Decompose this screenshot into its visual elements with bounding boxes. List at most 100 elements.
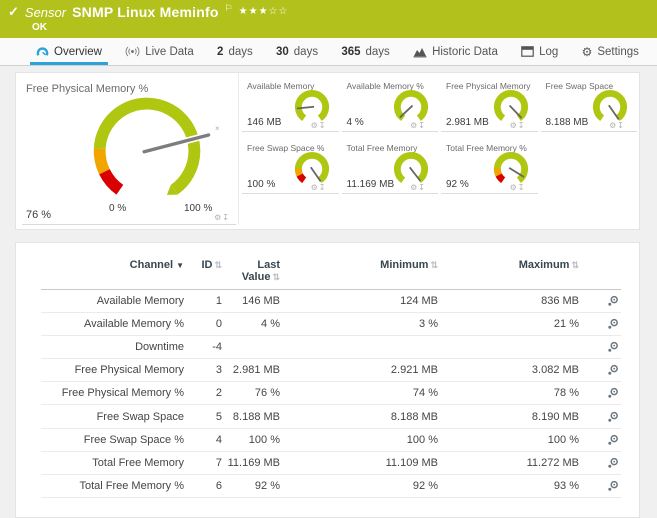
channel-id-cell: 1 (186, 289, 224, 314)
channel-row[interactable]: Free Swap Space % 4 100 % 100 % 100 % (41, 428, 621, 452)
channel-edit-cell[interactable] (581, 404, 621, 429)
channel-settings-gears-icon[interactable] (607, 341, 619, 353)
small-gauge-grid: Available Memory 146 MB ⚙↧ Available Mem… (242, 79, 637, 194)
tab-settings[interactable]: ⚙ Settings (576, 38, 645, 65)
tab-live-data[interactable]: Live Data (119, 38, 200, 65)
tab-2-days[interactable]: 2 days (211, 38, 259, 65)
tab-365-days[interactable]: 365 days (335, 38, 395, 65)
gauge-warn-arc (294, 168, 303, 177)
channel-settings-gears-icon[interactable] (607, 411, 619, 423)
sensor-kind-label: Sensor (24, 4, 67, 20)
channel-last-value-cell: 146 MB (224, 289, 282, 314)
channel-edit-cell[interactable] (581, 358, 621, 383)
gear-icon: ⚙ (509, 183, 518, 192)
gauge-options-icons[interactable]: ⚙↧ (214, 213, 230, 222)
channel-row[interactable]: Available Memory % 0 4 % 3 % 21 % (41, 312, 621, 337)
gauge-value: 4 % (346, 117, 364, 128)
tab-historic-data[interactable]: Historic Data (407, 38, 504, 65)
gauge-value: 146 MB (247, 117, 282, 128)
channel-name-cell: Available Memory % (41, 312, 186, 337)
channel-edit-cell[interactable] (581, 335, 621, 360)
small-gauge-cell[interactable]: Free Swap Space % 100 % ⚙↧ (242, 141, 339, 194)
star-rating[interactable]: ★★★☆☆ (239, 6, 289, 17)
channel-minimum-cell: 92 % (282, 474, 440, 498)
channel-table: Channel ▼ ID ⇅ Last Value ⇅ Minimum ⇅ Maximu… (41, 257, 621, 498)
channel-name-cell: Total Free Memory (41, 451, 186, 475)
main-gauge-cell[interactable]: Free Physical Memory % × 0 % 100 % 76 % … (16, 73, 239, 225)
channel-row[interactable]: Available Memory 1 146 MB 124 MB 836 MB (41, 289, 621, 314)
channel-row[interactable]: Total Free Memory 7 11.169 MB 11.109 MB … (41, 451, 621, 475)
channel-name-cell: Free Physical Memory (41, 358, 186, 383)
channel-name-cell: Available Memory (41, 289, 186, 314)
gear-icon: ⚙ (509, 121, 518, 130)
sort-arrows-icon: ⇅ (214, 260, 222, 270)
channel-edit-cell[interactable] (581, 289, 621, 314)
limit-marker-icon: × (215, 124, 220, 133)
small-gauge-cell[interactable]: Free Swap Space 8.188 MB ⚙↧ (540, 79, 637, 132)
column-header-maximum[interactable]: Maximum ⇅ (440, 257, 581, 290)
small-gauge-cell[interactable]: Free Physical Memory 2.981 MB ⚙↧ (441, 79, 538, 132)
channel-id-cell: -4 (186, 335, 224, 360)
channel-edit-cell[interactable] (581, 381, 621, 406)
channel-row[interactable]: Total Free Memory % 6 92 % 92 % 93 % (41, 474, 621, 498)
gauge-needle (608, 104, 620, 120)
channel-row[interactable]: Free Physical Memory % 2 76 % 74 % 78 % (41, 381, 621, 406)
gauge-options-icons[interactable]: ⚙↧ (311, 183, 327, 192)
gauge-scale-min: 0 % (109, 203, 127, 214)
channel-row[interactable]: Free Swap Space 5 8.188 MB 8.188 MB 8.19… (41, 404, 621, 429)
channel-settings-gears-icon[interactable] (607, 364, 619, 376)
channel-minimum-cell: 74 % (282, 381, 440, 406)
gauge-options-icons[interactable]: ⚙↧ (510, 183, 526, 192)
pin-icon: ↧ (318, 121, 327, 130)
channel-maximum-cell (440, 335, 581, 360)
column-header-channel[interactable]: Channel ▼ (41, 257, 186, 290)
gauge-value: 8.188 MB (545, 117, 589, 128)
channel-settings-gears-icon[interactable] (607, 387, 619, 399)
overview-gauges-panel: Free Physical Memory % × 0 % 100 % 76 % … (15, 72, 640, 230)
gauge-alert-arc (296, 173, 306, 183)
channel-id-cell: 2 (186, 381, 224, 406)
small-gauge-cell[interactable]: Available Memory 146 MB ⚙↧ (242, 79, 339, 132)
channel-settings-gears-icon[interactable] (607, 480, 619, 492)
channel-row[interactable]: Free Physical Memory 3 2.981 MB 2.921 MB… (41, 358, 621, 383)
gauge-options-icons[interactable]: ⚙↧ (410, 183, 426, 192)
channel-settings-gears-icon[interactable] (607, 295, 619, 307)
column-header-last-value[interactable]: Last Value ⇅ (224, 257, 282, 290)
channel-name-cell: Free Swap Space % (41, 428, 186, 452)
tab-log[interactable]: Log (515, 38, 564, 65)
small-gauge-cell[interactable]: Total Free Memory % 92 % ⚙↧ (441, 141, 538, 194)
channel-edit-cell[interactable] (581, 451, 621, 475)
channel-edit-cell[interactable] (581, 312, 621, 337)
gauge-tab-icon (36, 46, 49, 58)
channel-edit-cell[interactable] (581, 474, 621, 498)
channel-edit-cell[interactable] (581, 428, 621, 452)
gauge-options-icons[interactable]: ⚙↧ (609, 121, 625, 130)
channel-last-value-cell: 76 % (224, 381, 282, 406)
channel-id-cell: 3 (186, 358, 224, 383)
channel-row[interactable]: Downtime -4 (41, 335, 621, 360)
channel-settings-gears-icon[interactable] (607, 318, 619, 330)
channel-minimum-cell (282, 335, 440, 360)
priority-flag-icon[interactable]: ⚐ (225, 3, 233, 14)
gauge-options-icons[interactable]: ⚙↧ (510, 121, 526, 130)
channel-settings-gears-icon[interactable] (607, 457, 619, 469)
small-gauge-cell[interactable]: Available Memory % 4 % ⚙↧ (341, 79, 438, 132)
column-header-minimum[interactable]: Minimum ⇅ (282, 257, 440, 290)
pin-icon: ↧ (318, 183, 327, 192)
tab-30-days[interactable]: 30 days (270, 38, 324, 65)
small-gauge-cell[interactable]: Total Free Memory 11.169 MB ⚙↧ (341, 141, 438, 194)
tab-overview[interactable]: Overview (30, 38, 108, 65)
gauge-options-icons[interactable]: ⚙↧ (410, 121, 426, 130)
pin-icon: ↧ (418, 121, 426, 130)
gear-icon: ⚙ (310, 183, 319, 192)
pin-icon: ↧ (418, 183, 426, 192)
channel-maximum-cell: 100 % (440, 428, 581, 452)
gauge-needle (309, 166, 321, 182)
channel-maximum-cell: 3.082 MB (440, 358, 581, 383)
column-header-id[interactable]: ID ⇅ (186, 257, 224, 290)
sort-arrows-icon: ⇅ (272, 272, 280, 282)
channel-minimum-cell: 8.188 MB (282, 404, 440, 429)
historic-chart-icon (413, 46, 427, 58)
channel-settings-gears-icon[interactable] (607, 434, 619, 446)
gauge-options-icons[interactable]: ⚙↧ (311, 121, 327, 130)
